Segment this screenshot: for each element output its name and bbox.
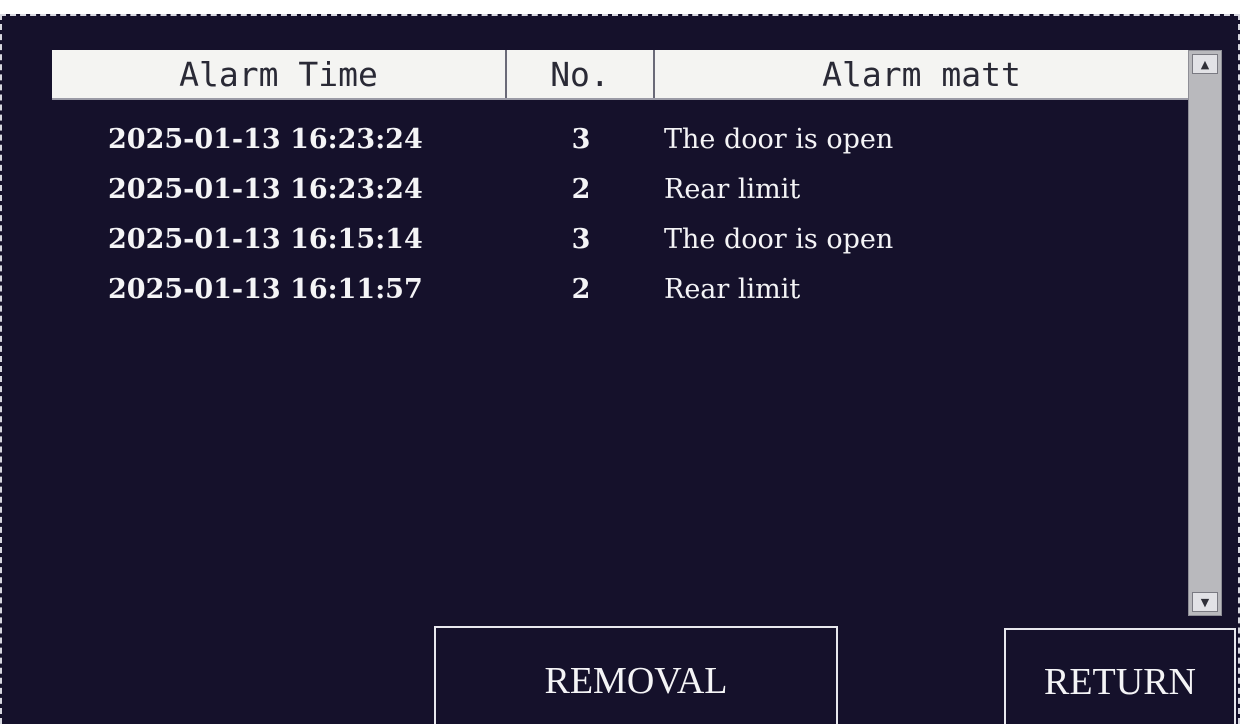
cell-no: 3 — [571, 223, 591, 255]
table-row[interactable]: 2025-01-13 16:15:14 3 The door is open — [52, 214, 1188, 264]
return-button[interactable]: RETURN — [1004, 628, 1236, 724]
cell-no: 2 — [571, 173, 591, 205]
cell-alarm-matter: Rear limit — [664, 173, 801, 205]
arrow-up-icon[interactable]: ▲ — [1192, 54, 1218, 74]
cell-alarm-matter: Rear limit — [664, 273, 801, 305]
cell-alarm-time: 2025-01-13 16:23:24 — [108, 123, 423, 155]
cell-no: 2 — [571, 273, 591, 305]
arrow-down-icon[interactable]: ▼ — [1192, 592, 1218, 612]
table-body: 2025-01-13 16:23:24 3 The door is open 2… — [52, 114, 1188, 314]
table-row[interactable]: 2025-01-13 16:23:24 3 The door is open — [52, 114, 1188, 164]
cell-no: 3 — [571, 123, 591, 155]
cell-alarm-time: 2025-01-13 16:15:14 — [108, 223, 423, 255]
header-alarm-matter[interactable]: Alarm matt — [655, 50, 1188, 98]
cell-alarm-matter: The door is open — [664, 223, 894, 255]
cell-alarm-time: 2025-01-13 16:23:24 — [108, 173, 423, 205]
cell-alarm-matter: The door is open — [664, 123, 894, 155]
vertical-scrollbar[interactable]: ▲ ▼ — [1188, 50, 1222, 616]
table-header: Alarm Time No. Alarm matt — [52, 50, 1188, 100]
table-row[interactable]: 2025-01-13 16:11:57 2 Rear limit — [52, 264, 1188, 314]
alarm-table: Alarm Time No. Alarm matt 2025-01-13 16:… — [52, 50, 1188, 610]
header-no[interactable]: No. — [507, 50, 655, 98]
table-row[interactable]: 2025-01-13 16:23:24 2 Rear limit — [52, 164, 1188, 214]
cell-alarm-time: 2025-01-13 16:11:57 — [108, 273, 423, 305]
removal-button[interactable]: REMOVAL — [434, 626, 838, 724]
header-alarm-time[interactable]: Alarm Time — [52, 50, 507, 98]
alarm-screen: Alarm Time No. Alarm matt 2025-01-13 16:… — [0, 14, 1240, 724]
